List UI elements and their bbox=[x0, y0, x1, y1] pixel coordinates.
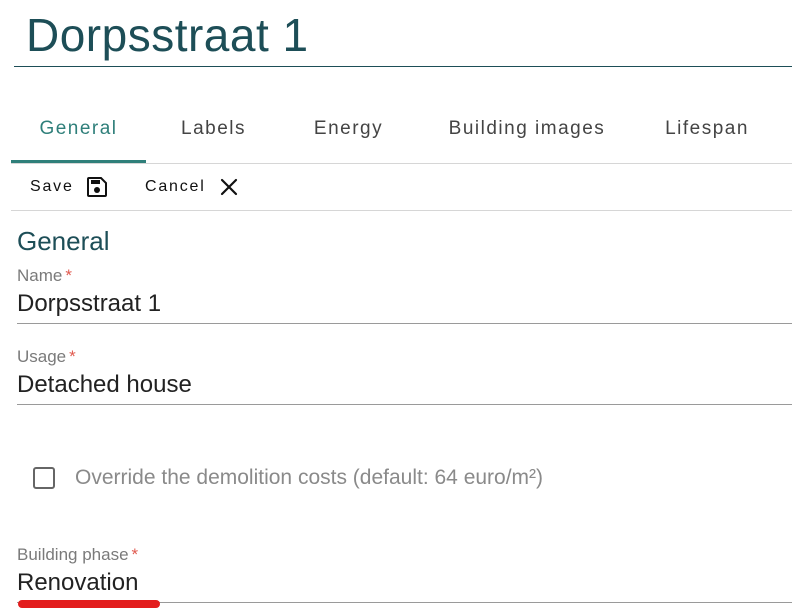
required-marker: * bbox=[131, 545, 139, 564]
building-phase-field: Building phase * Renovation bbox=[17, 544, 792, 603]
save-label: Save bbox=[30, 178, 74, 195]
tab-bar: General Labels Energy Building images Li… bbox=[11, 100, 792, 164]
title-divider bbox=[14, 66, 792, 67]
building-phase-label: Building phase * bbox=[17, 545, 139, 564]
tab-labels[interactable]: Labels bbox=[146, 100, 281, 162]
tab-general[interactable]: General bbox=[11, 100, 146, 163]
cancel-button[interactable]: Cancel bbox=[145, 164, 240, 210]
floppy-disk-icon bbox=[86, 176, 108, 198]
toolbar: Save Cancel bbox=[11, 164, 792, 210]
building-phase-select[interactable]: Renovation bbox=[17, 566, 792, 603]
usage-label: Usage * bbox=[17, 347, 76, 366]
tab-lifespan[interactable]: Lifespan bbox=[643, 100, 771, 162]
tab-building-images[interactable]: Building images bbox=[411, 100, 643, 162]
name-input[interactable]: Dorpsstraat 1 bbox=[17, 287, 792, 324]
usage-select[interactable]: Detached house bbox=[17, 368, 792, 405]
required-marker: * bbox=[69, 347, 76, 366]
override-demolition-label[interactable]: Override the demolition costs (default: … bbox=[75, 466, 543, 490]
highlight-underline bbox=[18, 600, 160, 608]
override-demolition-row: Override the demolition costs (default: … bbox=[33, 462, 543, 494]
name-field: Name * Dorpsstraat 1 bbox=[17, 265, 792, 324]
tab-energy[interactable]: Energy bbox=[281, 100, 416, 162]
cancel-label: Cancel bbox=[145, 178, 206, 195]
page-title: Dorpsstraat 1 bbox=[26, 9, 309, 61]
save-button[interactable]: Save bbox=[30, 164, 108, 210]
section-title: General bbox=[17, 226, 110, 256]
name-label: Name * bbox=[17, 266, 72, 285]
toolbar-divider bbox=[11, 210, 792, 211]
close-icon bbox=[218, 176, 240, 198]
required-marker: * bbox=[65, 266, 72, 285]
override-demolition-checkbox[interactable] bbox=[33, 467, 55, 489]
usage-field: Usage * Detached house bbox=[17, 346, 792, 405]
